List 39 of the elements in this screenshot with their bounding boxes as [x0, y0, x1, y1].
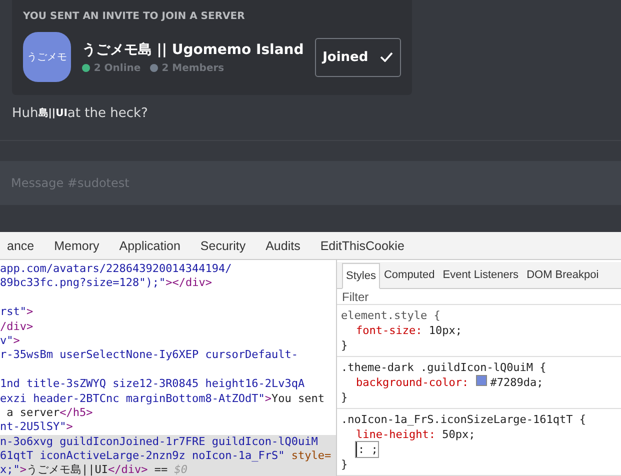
sidebar-tab[interactable]: Styles	[342, 263, 380, 289]
server-icon: うごメモ	[23, 32, 71, 82]
check-icon	[380, 52, 394, 62]
code-line[interactable]: rst">	[0, 305, 336, 320]
devtools-tab[interactable]: Security	[190, 232, 256, 259]
css-property: background-color: #7289da;	[356, 375, 544, 390]
code-line[interactable]: v">	[0, 334, 336, 348]
closing-brace: }	[341, 338, 349, 353]
joined-button[interactable]: Joined	[314, 38, 401, 76]
css-property: font-size: 10px;	[356, 323, 462, 338]
chat-message: Huh島||UIat the heck?	[12, 104, 149, 122]
code-line[interactable]: nt-2U5lSY">	[0, 420, 336, 435]
css-selector: element.style {	[341, 308, 442, 323]
code-line[interactable]: 1nd title-3sZWYQ size12-3R0845 height16-2Lv3qA	[0, 377, 336, 392]
code-line[interactable]: app.com/avatars/228643920014344194/	[0, 262, 336, 276]
devtools-tab[interactable]: Audits	[256, 232, 310, 259]
devtools-tab[interactable]: EditThisCookie	[310, 232, 414, 259]
css-property: line-height: 50px;	[356, 427, 476, 442]
devtools-tab[interactable]: ance	[0, 232, 44, 259]
sidebar-tab[interactable]: Computed	[380, 262, 439, 288]
member-count: 2 Online	[94, 62, 141, 74]
css-selector: .noIcon-1a_FrS.iconSizeLarge-161qtT {	[341, 412, 588, 427]
member-count: 2 Members	[162, 62, 224, 74]
property-editor[interactable]: : ;	[356, 442, 378, 457]
devtools-tab[interactable]: Application	[109, 232, 190, 259]
code-line[interactable]: 89bc33fc.png?size=128");"></div>	[0, 276, 336, 291]
sidebar-tab[interactable]: DOM Breakpoi	[522, 262, 603, 288]
invite-header: YOU SENT AN INVITE TO JOIN A SERVER	[23, 11, 246, 22]
sidebar-tab[interactable]: Event Listeners	[438, 262, 523, 288]
server-name: うごメモ島 || Ugomemo Island	[82, 40, 304, 58]
code-line[interactable]: /div>	[0, 320, 336, 334]
devtools-tab[interactable]: Memory	[44, 232, 110, 259]
closing-brace: }	[341, 390, 349, 405]
filter-field[interactable]: Filter	[342, 290, 402, 304]
code-line[interactable]: a server</h5>	[0, 406, 336, 420]
code-line[interactable]: exzi header-2BTCnc marginBottom8-AtZOdT">You sent	[0, 392, 336, 406]
closing-brace: }	[341, 457, 349, 472]
css-selector: .theme-dark .guildIcon-lQ0uiM {	[341, 360, 548, 375]
code-line[interactable]: r-35wsBm userSelectNone-Iy6XEP cursorDefault-	[0, 348, 336, 363]
